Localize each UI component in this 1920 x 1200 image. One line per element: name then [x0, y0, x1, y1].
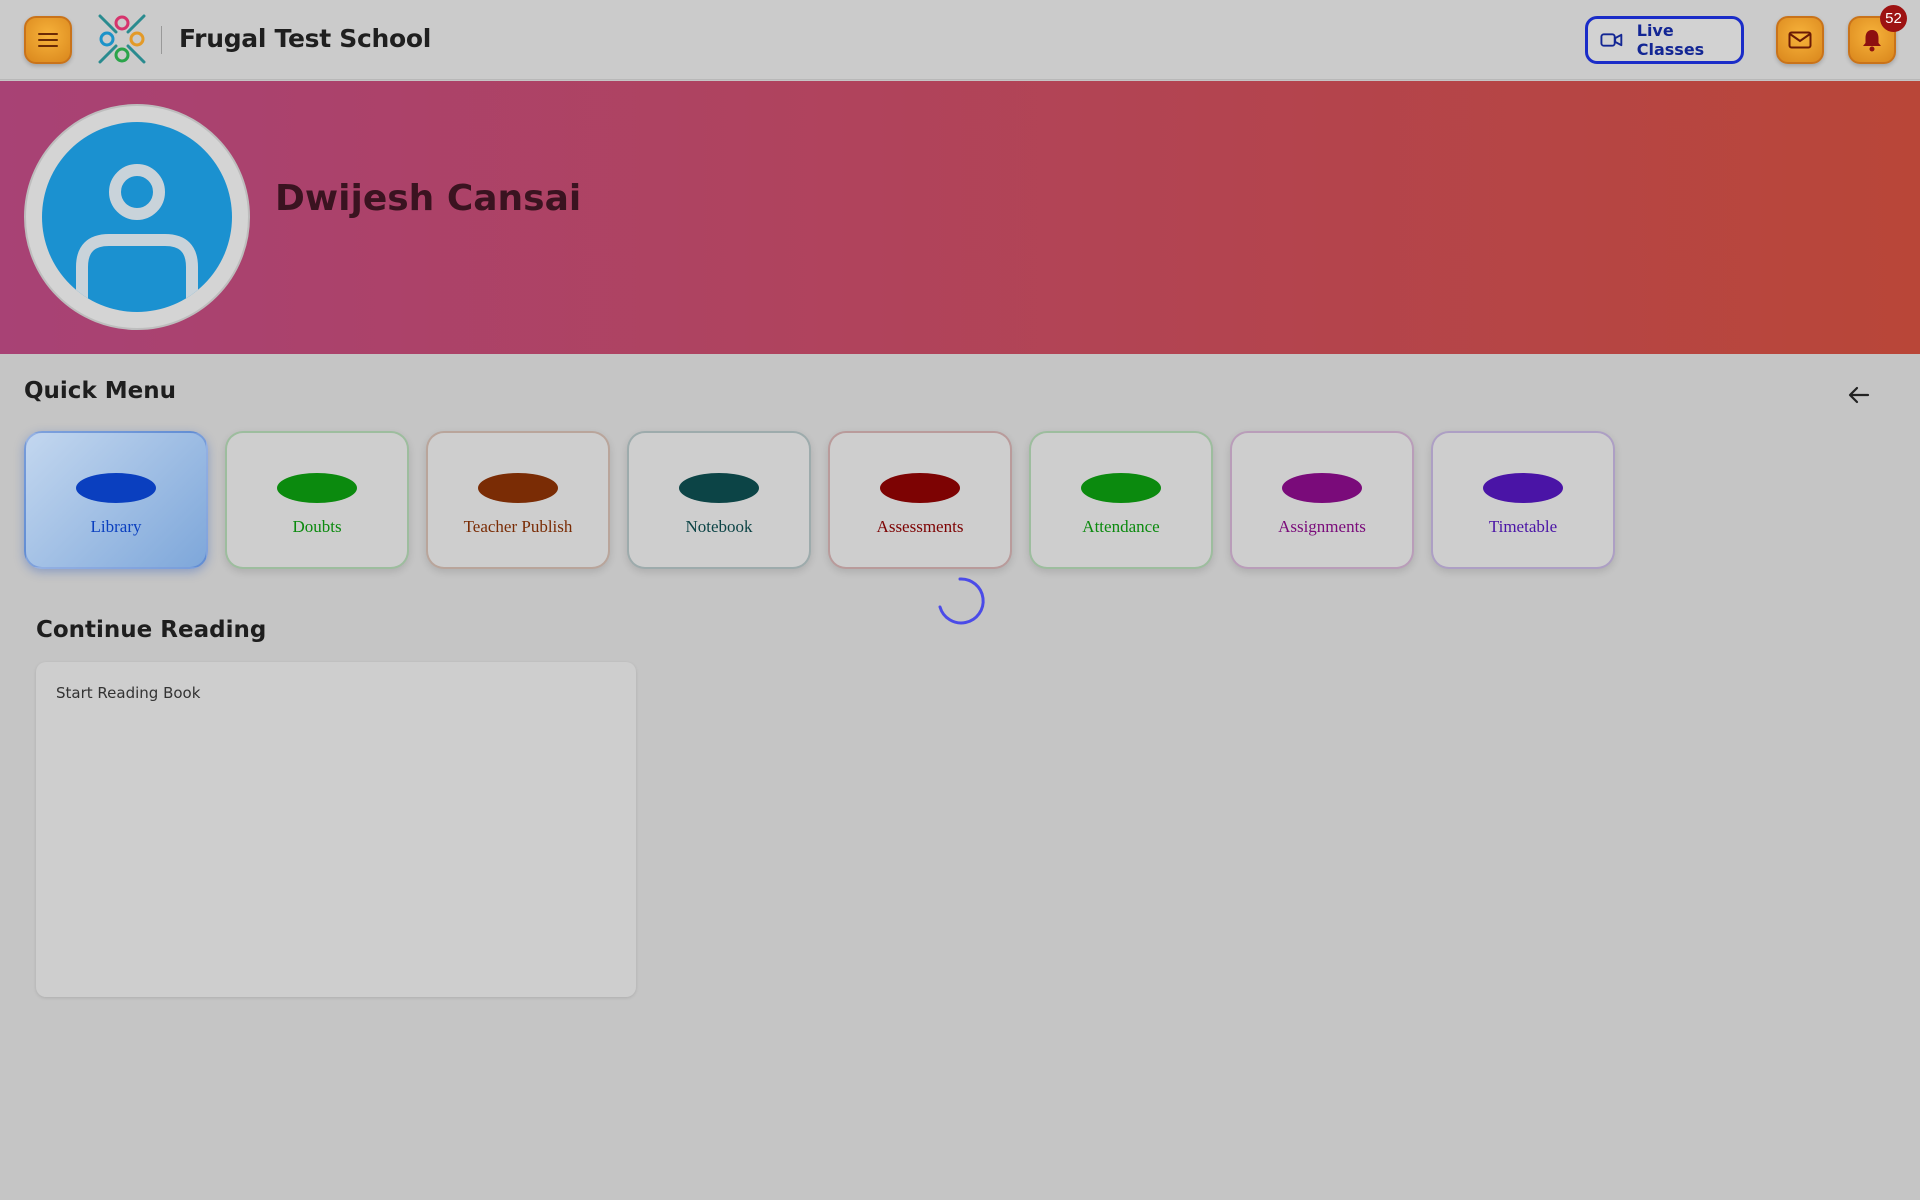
tile-label: Notebook	[685, 517, 753, 536]
tile-icon	[1483, 473, 1563, 503]
user-name: Dwijesh Cansai	[275, 178, 582, 219]
quick-menu-attendance-tile[interactable]: Attendance	[1029, 431, 1213, 569]
arrow-left-icon[interactable]	[1846, 382, 1872, 408]
tile-label: Assignments	[1278, 517, 1366, 536]
notification-count-badge: 52	[1880, 5, 1907, 32]
tile-label: Teacher Publish	[463, 517, 573, 536]
tile-label: Assessments	[876, 517, 964, 536]
top-bar: Frugal Test School Live Classes 52	[0, 0, 1920, 80]
tile-label: Timetable	[1488, 517, 1558, 536]
continue-reading-title: Continue Reading	[36, 617, 267, 643]
tile-icon	[880, 473, 960, 503]
school-name: Frugal Test School	[179, 24, 432, 53]
tile-label: Doubts	[292, 517, 342, 536]
live-classes-label: Live Classes	[1636, 21, 1705, 59]
bell-icon	[1863, 30, 1881, 52]
start-reading-text: Start Reading Book	[56, 684, 201, 702]
tile-icon	[679, 473, 759, 503]
menu-button[interactable]	[24, 16, 72, 64]
mail-button[interactable]	[1776, 16, 1824, 64]
loading-spinner-icon	[938, 577, 985, 625]
quick-menu-title: Quick Menu	[24, 378, 176, 404]
tile-label: Library	[90, 517, 142, 536]
quick-menu-assignments-tile[interactable]: Assignments	[1230, 431, 1414, 569]
quick-menu-assessments-tile[interactable]: Assessments	[828, 431, 1012, 569]
continue-reading-card[interactable]: Start Reading Book	[36, 662, 636, 997]
quick-menu-notebook-tile[interactable]: Notebook	[627, 431, 811, 569]
tile-label: Attendance	[1082, 517, 1160, 536]
avatar-image	[42, 122, 232, 312]
live-classes-button[interactable]: Live Classes	[1585, 16, 1744, 64]
tile-icon	[277, 473, 357, 503]
quick-menu-doubts-tile[interactable]: Doubts	[225, 431, 409, 569]
tile-icon	[1081, 473, 1161, 503]
school-logo-icon	[98, 14, 146, 64]
hamburger-icon	[38, 33, 58, 47]
tile-icon	[478, 473, 558, 503]
quick-menu-timetable-tile[interactable]: Timetable	[1431, 431, 1615, 569]
logo-divider	[161, 26, 162, 54]
avatar[interactable]	[24, 104, 250, 330]
video-camera-icon	[1600, 33, 1623, 47]
tile-icon	[76, 473, 156, 503]
quick-menu-library-tile[interactable]: Library	[24, 431, 208, 569]
user-icon	[76, 164, 198, 312]
quick-menu-teacher-publish-tile[interactable]: Teacher Publish	[426, 431, 610, 569]
tile-icon	[1282, 473, 1362, 503]
mail-icon	[1788, 31, 1812, 49]
